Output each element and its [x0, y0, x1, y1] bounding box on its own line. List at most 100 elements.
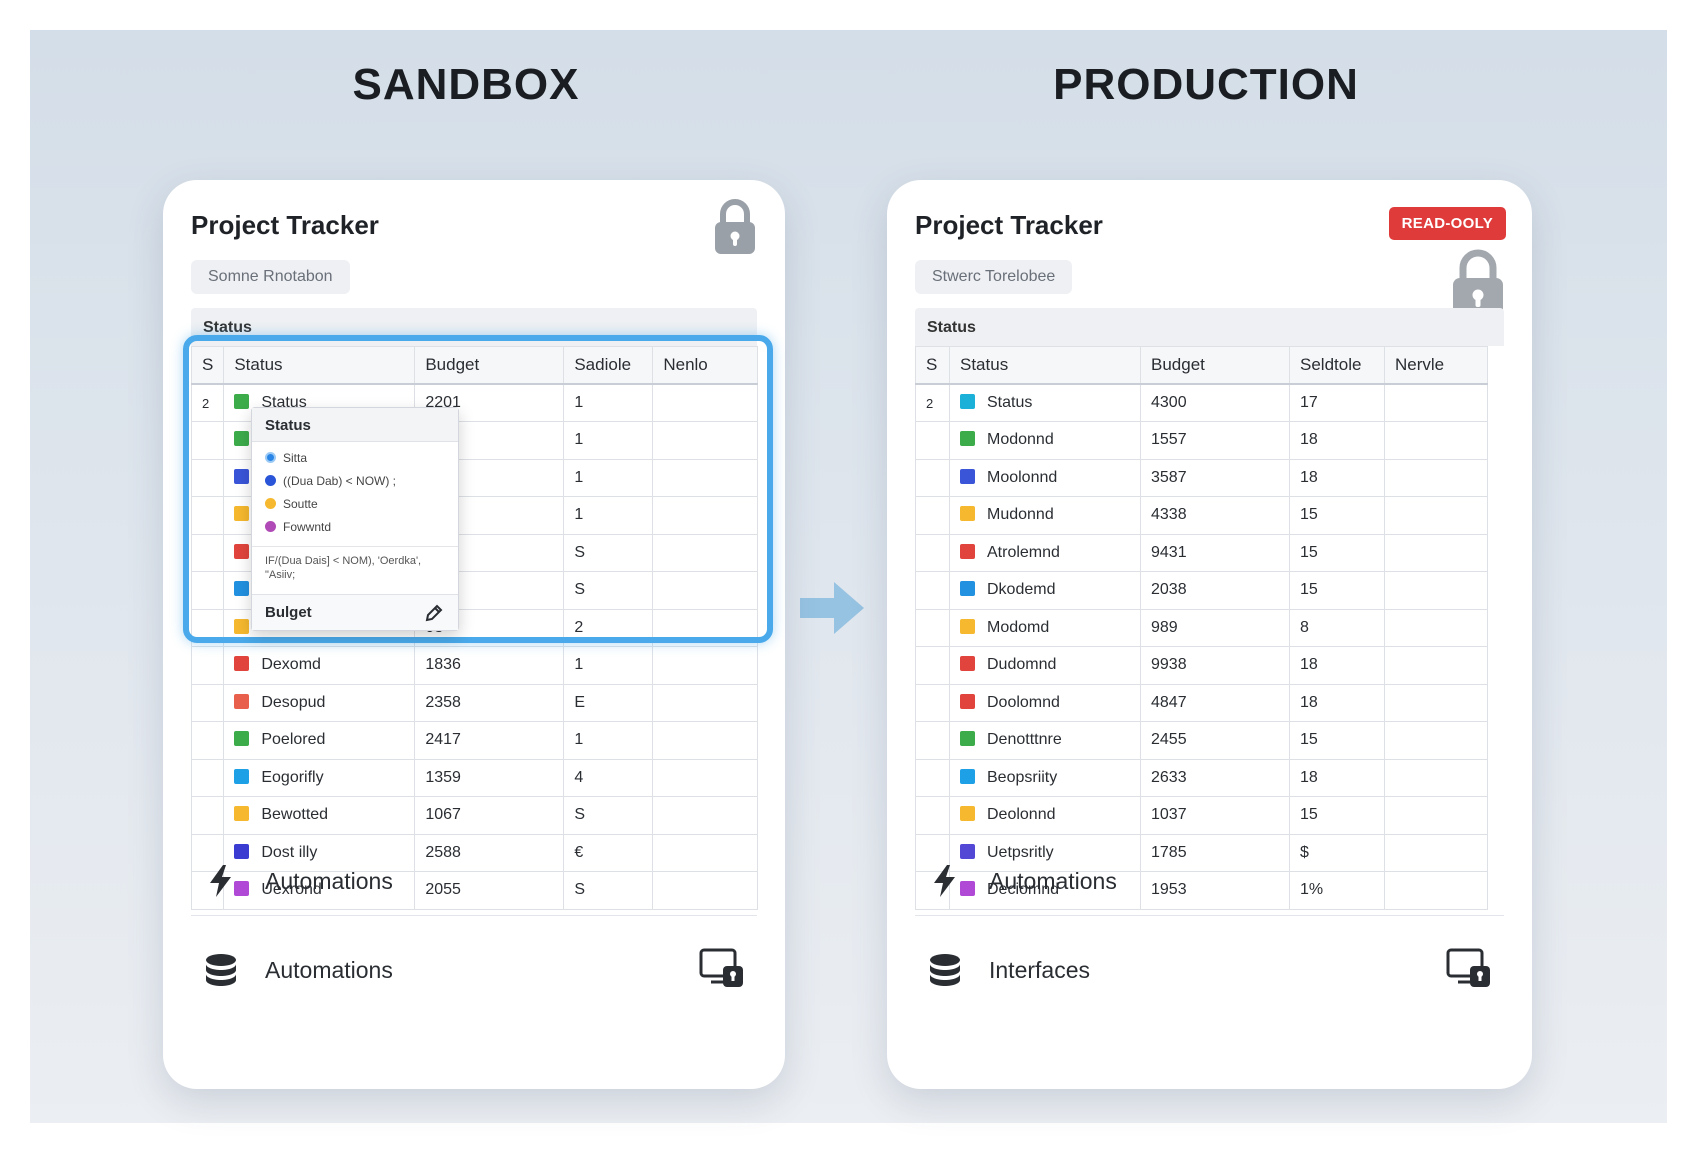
- status-cell[interactable]: Doolomnd: [949, 683, 1141, 722]
- table-row[interactable]: Desopud 2358 E: [190, 683, 759, 722]
- row-index[interactable]: [190, 496, 225, 535]
- notes-cell[interactable]: [652, 871, 759, 910]
- table-row[interactable]: Moolonnd 3587 18: [915, 458, 1488, 497]
- schedule-cell[interactable]: €: [563, 833, 654, 872]
- row-index[interactable]: [915, 533, 950, 572]
- notes-cell[interactable]: [1384, 683, 1488, 722]
- notes-cell[interactable]: [1384, 608, 1488, 647]
- schedule-cell[interactable]: 18: [1289, 458, 1385, 497]
- status-cell[interactable]: Modonnd: [949, 421, 1141, 460]
- schedule-cell[interactable]: 8: [1289, 608, 1385, 647]
- budget-cell[interactable]: 1067: [414, 796, 565, 835]
- pencil-icon[interactable]: [424, 603, 444, 623]
- schedule-cell[interactable]: 2: [563, 608, 654, 647]
- schedule-cell[interactable]: S: [563, 533, 654, 572]
- column-header-schedule[interactable]: Sadiole: [563, 346, 654, 385]
- table-row[interactable]: Deolonnd 1037 15: [915, 796, 1488, 835]
- schedule-cell[interactable]: 15: [1289, 533, 1385, 572]
- row-index[interactable]: [190, 796, 225, 835]
- status-cell[interactable]: Dudomnd: [949, 646, 1141, 685]
- schedule-cell[interactable]: 1%: [1289, 871, 1385, 910]
- status-cell[interactable]: Moolonnd: [949, 458, 1141, 497]
- popup-option[interactable]: Soutte: [252, 494, 458, 517]
- budget-cell[interactable]: 989: [1140, 608, 1290, 647]
- notes-cell[interactable]: [652, 571, 759, 610]
- row-index[interactable]: 2: [190, 383, 225, 422]
- notes-cell[interactable]: [652, 533, 759, 572]
- interfaces-row[interactable]: Interfaces: [915, 934, 1090, 1006]
- status-cell[interactable]: Dexomd: [223, 646, 416, 685]
- notes-cell[interactable]: [1384, 383, 1488, 422]
- row-index[interactable]: [915, 571, 950, 610]
- notes-cell[interactable]: [1384, 871, 1488, 910]
- budget-cell[interactable]: 2633: [1140, 758, 1290, 797]
- status-cell[interactable]: Modomd: [949, 608, 1141, 647]
- table-row[interactable]: Beopsriity 2633 18: [915, 758, 1488, 797]
- budget-cell[interactable]: 4847: [1140, 683, 1290, 722]
- popup-option[interactable]: Fowwntd: [252, 517, 458, 540]
- view-selector-chip[interactable]: Stwerc Torelobee: [915, 260, 1073, 294]
- budget-cell[interactable]: 4338: [1140, 496, 1290, 535]
- row-index[interactable]: [915, 683, 950, 722]
- column-header-notes[interactable]: Nenlo: [652, 346, 759, 385]
- row-index[interactable]: [190, 721, 225, 760]
- schedule-cell[interactable]: S: [563, 871, 654, 910]
- budget-cell[interactable]: 2417: [414, 721, 565, 760]
- notes-cell[interactable]: [1384, 796, 1488, 835]
- row-index[interactable]: [190, 758, 225, 797]
- column-header-status[interactable]: Status: [949, 346, 1141, 385]
- column-header-budget[interactable]: Budget: [1140, 346, 1290, 385]
- column-header-status[interactable]: Status: [223, 346, 416, 385]
- status-cell[interactable]: Status: [949, 383, 1141, 422]
- notes-cell[interactable]: [1384, 458, 1488, 497]
- table-row[interactable]: Mudonnd 4338 15: [915, 496, 1488, 535]
- row-index[interactable]: [190, 421, 225, 460]
- schedule-cell[interactable]: 15: [1289, 721, 1385, 760]
- row-index[interactable]: [915, 721, 950, 760]
- table-row[interactable]: Dudomnd 9938 18: [915, 646, 1488, 685]
- table-row[interactable]: Eogorifly 1359 4: [190, 758, 759, 797]
- notes-cell[interactable]: [1384, 758, 1488, 797]
- schedule-cell[interactable]: 1: [563, 496, 654, 535]
- publish-interface-icon[interactable]: [1446, 947, 1492, 989]
- schedule-cell[interactable]: 1: [563, 646, 654, 685]
- budget-cell[interactable]: 9431: [1140, 533, 1290, 572]
- notes-cell[interactable]: [652, 833, 759, 872]
- row-index[interactable]: [915, 608, 950, 647]
- budget-cell[interactable]: 2038: [1140, 571, 1290, 610]
- schedule-cell[interactable]: 15: [1289, 496, 1385, 535]
- budget-cell[interactable]: 1359: [414, 758, 565, 797]
- status-cell[interactable]: Poelored: [223, 721, 416, 760]
- table-row[interactable]: 2 Status 4300 17: [915, 383, 1488, 422]
- notes-cell[interactable]: [652, 683, 759, 722]
- budget-cell[interactable]: 2055: [414, 871, 565, 910]
- status-cell[interactable]: Eogorifly: [223, 758, 416, 797]
- notes-cell[interactable]: [1384, 571, 1488, 610]
- table-row[interactable]: Doolomnd 4847 18: [915, 683, 1488, 722]
- status-cell[interactable]: Mudonnd: [949, 496, 1141, 535]
- row-index[interactable]: [915, 496, 950, 535]
- notes-cell[interactable]: [1384, 533, 1488, 572]
- popup-option[interactable]: Sitta: [252, 448, 458, 471]
- row-index[interactable]: [915, 646, 950, 685]
- budget-cell[interactable]: 2358: [414, 683, 565, 722]
- table-row[interactable]: Modonnd 1557 18: [915, 421, 1488, 460]
- schedule-cell[interactable]: 18: [1289, 421, 1385, 460]
- column-header-budget[interactable]: Budget: [414, 346, 565, 385]
- schedule-cell[interactable]: E: [563, 683, 654, 722]
- column-header-index[interactable]: S: [915, 346, 950, 385]
- notes-cell[interactable]: [1384, 833, 1488, 872]
- row-index[interactable]: [915, 458, 950, 497]
- notes-cell[interactable]: [652, 608, 759, 647]
- column-header-schedule[interactable]: Seldtole: [1289, 346, 1385, 385]
- view-selector-chip[interactable]: Somne Rnotabon: [191, 260, 350, 294]
- row-index[interactable]: [915, 796, 950, 835]
- popup-option[interactable]: ((Dua Dab) < NOW) ;: [252, 471, 458, 494]
- status-cell[interactable]: Deolonnd: [949, 796, 1141, 835]
- column-header-index[interactable]: S: [190, 346, 225, 385]
- table-row[interactable]: Atrolemnd 9431 15: [915, 533, 1488, 572]
- budget-cell[interactable]: 1037: [1140, 796, 1290, 835]
- budget-cell[interactable]: 1785: [1140, 833, 1290, 872]
- table-row[interactable]: Dexomd 1836 1: [190, 646, 759, 685]
- notes-cell[interactable]: [652, 721, 759, 760]
